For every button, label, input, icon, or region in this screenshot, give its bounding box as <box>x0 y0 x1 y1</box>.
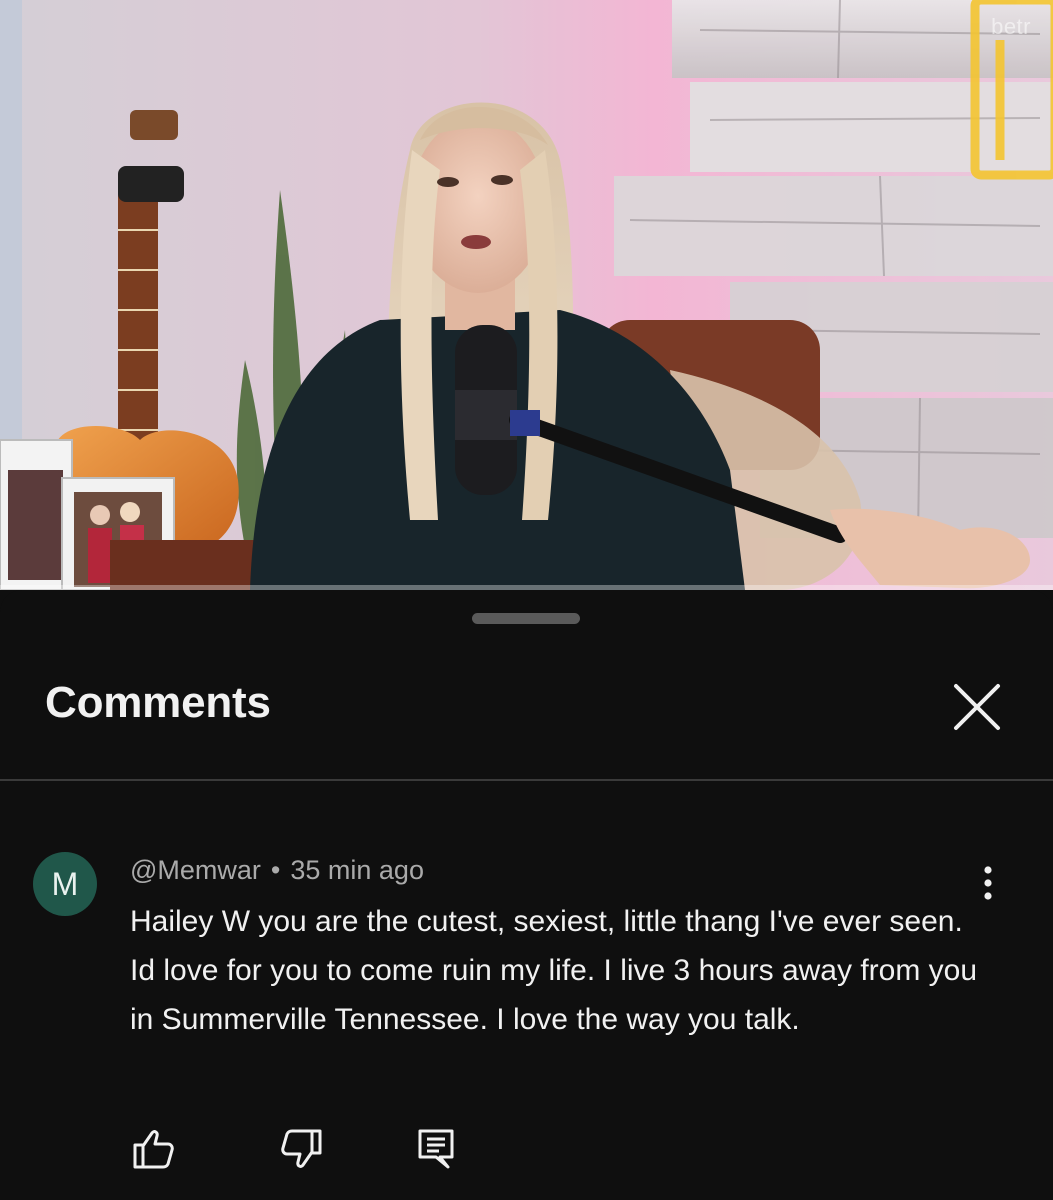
video-player[interactable]: betr <box>0 0 1053 590</box>
drag-handle[interactable] <box>472 613 580 624</box>
meta-separator: • <box>270 855 281 885</box>
dislike-button[interactable] <box>278 1125 326 1173</box>
avatar[interactable]: M <box>33 852 97 916</box>
close-icon <box>954 684 1000 730</box>
channel-watermark: betr <box>991 14 1031 39</box>
comment-text: Hailey W you are the cutest, sexiest, li… <box>130 905 978 1036</box>
header-divider <box>0 779 1053 781</box>
video-frame-image <box>0 0 1053 590</box>
close-button[interactable] <box>944 674 1010 740</box>
reply-icon <box>418 1129 454 1169</box>
thumbs-up-icon <box>133 1130 174 1169</box>
comments-title: Comments <box>45 678 271 727</box>
comment-meta: @Memwar • 35 min ago <box>130 855 424 886</box>
reply-button[interactable] <box>412 1125 460 1173</box>
comment-time: 35 min ago <box>290 855 424 885</box>
comment-author[interactable]: @Memwar <box>130 855 261 885</box>
like-button[interactable] <box>129 1125 177 1173</box>
thumbs-down-icon <box>281 1129 322 1168</box>
comments-sheet: Comments M @Memwar • 35 min ago Hailey W y… <box>0 590 1053 1200</box>
youtube-comments-screen: betr Comments M @Memwar • 35 min ago Haile… <box>0 0 1053 1200</box>
